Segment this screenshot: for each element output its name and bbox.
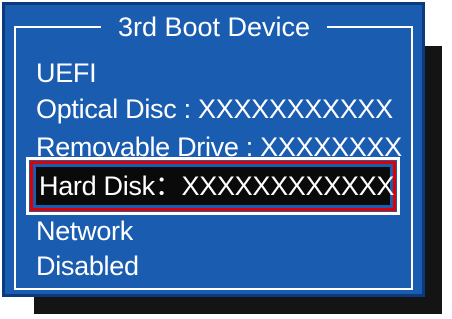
option-network-label: Network bbox=[36, 216, 133, 246]
option-optical-disc[interactable]: Optical Disc : XXXXXXXXXXX bbox=[36, 94, 393, 124]
option-network[interactable]: Network bbox=[36, 210, 133, 246]
option-uefi[interactable]: UEFI bbox=[36, 58, 97, 88]
option-removable-drive[interactable]: Removable Drive : XXXXXXXX bbox=[36, 132, 402, 157]
boot-device-dialog: 3rd Boot Device UEFI Optical Disc : XXXX… bbox=[2, 2, 425, 297]
screen: 3rd Boot Device UEFI Optical Disc : XXXX… bbox=[0, 0, 452, 319]
option-disabled[interactable]: Disabled bbox=[36, 251, 139, 281]
boot-option-list: UEFI Optical Disc : XXXXXXXXXXX Removabl… bbox=[5, 5, 422, 294]
option-hard-disk[interactable]: Hard Disk：XXXXXXXXXXXX bbox=[36, 167, 394, 205]
